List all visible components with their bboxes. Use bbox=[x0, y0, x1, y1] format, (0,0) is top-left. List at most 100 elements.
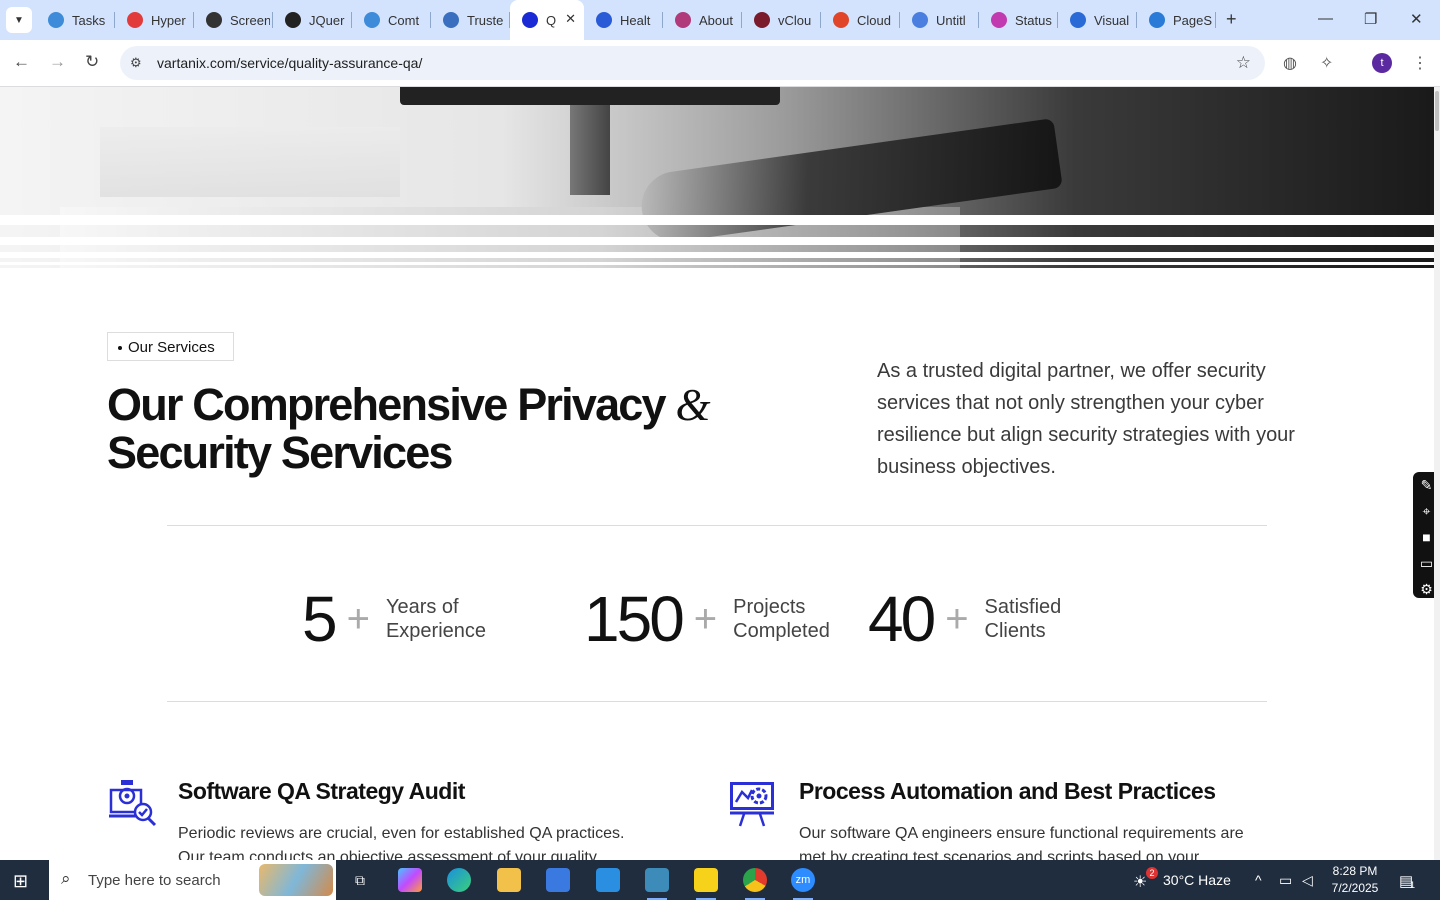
tab-label: Truste bbox=[467, 12, 504, 28]
notification-count: 1 bbox=[1410, 880, 1416, 890]
profile-avatar[interactable]: t bbox=[1372, 53, 1392, 73]
browser-tab[interactable]: About bbox=[663, 0, 742, 40]
weather-badge: 2 bbox=[1146, 867, 1158, 879]
menu-dots-icon[interactable]: ⋮ bbox=[1412, 53, 1428, 73]
tab-favicon-icon bbox=[522, 12, 538, 28]
maximize-button[interactable]: ❐ bbox=[1364, 10, 1377, 28]
tab-favicon-icon bbox=[127, 12, 143, 28]
tab-favicon-icon bbox=[833, 12, 849, 28]
tab-label: Comt bbox=[388, 12, 420, 28]
sticky-notes-icon[interactable] bbox=[694, 868, 718, 900]
hero-image bbox=[0, 87, 1434, 268]
address-bar[interactable]: ⚙ vartanix.com/service/quality-assurance… bbox=[120, 46, 1265, 80]
tab-label: JQuer bbox=[309, 12, 345, 28]
browser-tab[interactable]: Screen bbox=[194, 0, 273, 40]
tab-label: Screen bbox=[230, 12, 270, 28]
url-text[interactable]: vartanix.com/service/quality-assurance-q… bbox=[157, 55, 422, 71]
tab-label: About bbox=[699, 12, 733, 28]
tab-favicon-icon bbox=[443, 12, 459, 28]
volume-icon[interactable]: ◁ bbox=[1302, 872, 1313, 889]
browser-toolbar: ← → ↻ ⚙ vartanix.com/service/quality-ass… bbox=[0, 40, 1440, 87]
browser-tab[interactable]: Visual bbox=[1058, 0, 1137, 40]
tab-label: Untitl bbox=[936, 12, 966, 28]
taskbar-search[interactable]: ⌕ Type here to search bbox=[49, 860, 336, 900]
chrome-icon[interactable] bbox=[743, 868, 767, 900]
tab-label: Cloud bbox=[857, 12, 891, 28]
windows-start-icon[interactable]: ⊞ bbox=[13, 871, 28, 892]
section-heading: Our Comprehensive Privacy & Security Ser… bbox=[107, 379, 711, 478]
tab-favicon-icon bbox=[675, 12, 691, 28]
search-icon: ⌕ bbox=[61, 869, 71, 888]
browser-tab[interactable]: Q ✕ bbox=[510, 0, 584, 40]
tab-label: Tasks bbox=[72, 12, 106, 28]
new-tab-button[interactable]: + bbox=[1226, 9, 1237, 30]
bookmark-star-icon[interactable]: ☆ bbox=[1236, 53, 1251, 73]
tab-list: Tasks Hyper Screen JQuer Comt Truste Q ✕ Healt Ab… bbox=[36, 0, 1216, 40]
service-title: Process Automation and Best Practices bbox=[799, 778, 1216, 804]
tab-favicon-icon bbox=[912, 12, 928, 28]
tab-favicon-icon bbox=[596, 12, 612, 28]
store-icon[interactable] bbox=[546, 868, 570, 892]
stat-projects: 150 + Projects Completed bbox=[584, 583, 830, 655]
browser-tab[interactable]: Healt bbox=[584, 0, 663, 40]
tab-favicon-icon bbox=[48, 12, 64, 28]
weather-text[interactable]: 30°C Haze bbox=[1163, 872, 1231, 888]
windows-taskbar: ⊞ ⌕ Type here to search ⧉ zm ☀ 2 30°C Ha… bbox=[0, 860, 1440, 900]
tab-favicon-icon bbox=[285, 12, 301, 28]
search-highlight-image bbox=[259, 864, 333, 896]
tab-search-button[interactable]: ▼ bbox=[6, 7, 32, 33]
copilot-icon[interactable] bbox=[398, 868, 422, 892]
browser-tab[interactable]: Untitl bbox=[900, 0, 979, 40]
tab-label: vClou bbox=[778, 12, 812, 28]
divider bbox=[167, 525, 1267, 526]
minimize-button[interactable]: — bbox=[1318, 10, 1333, 27]
tab-label: Healt bbox=[620, 12, 651, 28]
process-automation-icon bbox=[730, 782, 774, 827]
tab-label: PageS bbox=[1173, 12, 1213, 28]
app-icon[interactable] bbox=[645, 868, 669, 900]
system-clock[interactable]: 8:28 PM 7/2/2025 bbox=[1328, 863, 1382, 897]
extensions-icon[interactable]: ✧ bbox=[1320, 53, 1333, 73]
tab-favicon-icon bbox=[364, 12, 380, 28]
browser-tab[interactable]: Status bbox=[979, 0, 1058, 40]
task-view-icon[interactable]: ⧉ bbox=[348, 868, 372, 892]
browser-tab[interactable]: Comt bbox=[352, 0, 431, 40]
weather-icon[interactable]: ☀ bbox=[1133, 872, 1147, 892]
browser-tab[interactable]: Truste bbox=[431, 0, 510, 40]
back-button[interactable]: ← bbox=[13, 52, 30, 72]
network-icon[interactable]: ▭ bbox=[1279, 872, 1292, 889]
tab-favicon-icon bbox=[754, 12, 770, 28]
browser-tab[interactable]: Tasks bbox=[36, 0, 115, 40]
browser-tab[interactable]: Hyper bbox=[115, 0, 194, 40]
chevron-down-icon: ▼ bbox=[14, 14, 24, 26]
tab-strip: ▼ Tasks Hyper Screen JQuer Comt Truste Q ✕ Healt… bbox=[0, 0, 1440, 40]
page-scrollbar[interactable] bbox=[1434, 87, 1440, 860]
tab-favicon-icon bbox=[206, 12, 222, 28]
translate-icon[interactable]: ◍ bbox=[1283, 53, 1297, 73]
section-intro: As a trusted digital partner, we offer s… bbox=[877, 360, 1295, 478]
site-info-icon[interactable]: ⚙ bbox=[130, 55, 142, 71]
tab-favicon-icon bbox=[991, 12, 1007, 28]
browser-tab[interactable]: PageS bbox=[1137, 0, 1216, 40]
service-title: Software QA Strategy Audit bbox=[178, 778, 465, 804]
tab-label: Visual bbox=[1094, 12, 1130, 28]
stat-years: 5 + Years of Experience bbox=[302, 583, 487, 655]
edge-icon[interactable] bbox=[447, 868, 471, 892]
divider bbox=[167, 701, 1267, 702]
zoom-icon[interactable]: zm bbox=[791, 868, 815, 900]
browser-tab[interactable]: Cloud bbox=[821, 0, 900, 40]
tray-chevron-icon[interactable]: ^ bbox=[1255, 872, 1262, 888]
tab-favicon-icon bbox=[1149, 12, 1165, 28]
close-window-button[interactable]: ✕ bbox=[1410, 10, 1423, 28]
tab-label: Hyper bbox=[151, 12, 186, 28]
qa-audit-icon bbox=[109, 780, 157, 827]
tab-label: Status bbox=[1015, 12, 1052, 28]
browser-tab[interactable]: vClou bbox=[742, 0, 821, 40]
section-tag: Our Services bbox=[107, 332, 234, 361]
file-explorer-icon[interactable] bbox=[497, 868, 521, 892]
forward-button[interactable]: → bbox=[49, 52, 66, 72]
tab-close-icon[interactable]: ✕ bbox=[565, 11, 576, 27]
browser-tab[interactable]: JQuer bbox=[273, 0, 352, 40]
reload-button[interactable]: ↻ bbox=[85, 52, 99, 72]
mail-icon[interactable] bbox=[596, 868, 620, 892]
